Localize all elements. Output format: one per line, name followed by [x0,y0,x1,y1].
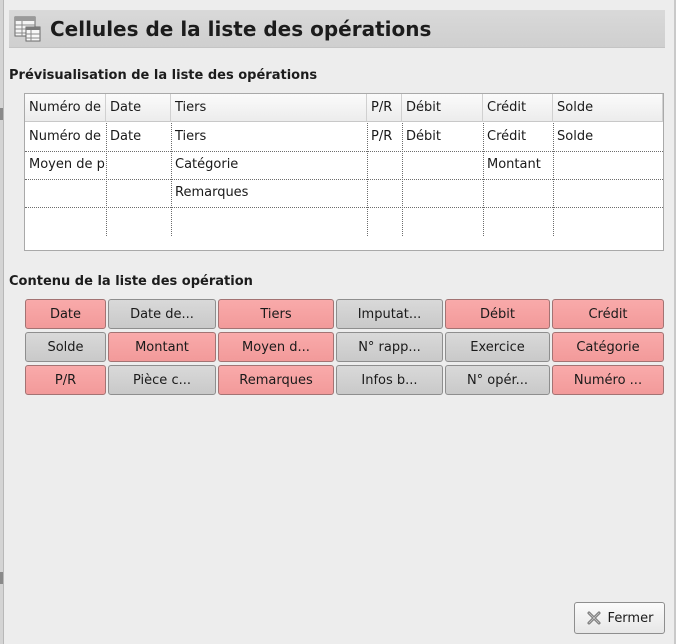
column-toggle-button[interactable]: Crédit [552,299,664,329]
preview-cell[interactable] [367,179,402,207]
column-divider [106,123,107,236]
preview-cell[interactable] [402,151,483,179]
preview-cell[interactable] [483,179,553,207]
column-divider [402,123,403,236]
preview-cell[interactable]: Date [106,123,171,151]
edge-mark [0,108,3,120]
column-toggle-button[interactable]: Infos b... [336,365,443,395]
dialog-titlebar: Cellules de la liste des opérations [9,10,665,48]
preview-cell[interactable] [367,151,402,179]
column-toggle-button[interactable]: Moyen d... [218,332,334,362]
column-header[interactable]: Débit [402,94,483,122]
preview-cell[interactable] [553,207,663,235]
column-header[interactable]: Date [106,94,171,122]
column-divider [171,123,172,236]
preview-cell[interactable]: Solde [553,123,663,151]
column-header[interactable]: Numéro de [25,94,106,122]
column-header[interactable]: P/R [367,94,402,122]
row-divider [25,207,663,208]
preview-cell[interactable] [367,207,402,235]
column-header[interactable]: Solde [553,94,663,122]
preview-cell[interactable] [106,151,171,179]
content-heading: Contenu de la liste des opération [9,274,253,289]
column-toggle-button[interactable]: P/R [25,365,106,395]
preview-cell[interactable] [25,207,106,235]
close-button-label: Fermer [607,610,654,626]
preview-table[interactable]: Numéro de Date Tiers P/R Débit Crédit Solde Num… [24,93,664,251]
preview-cell[interactable] [402,207,483,235]
edge-mark [0,572,3,584]
column-toggle-button[interactable]: Date [25,299,106,329]
row-divider [25,151,663,152]
row-divider [25,179,663,180]
preview-cell[interactable]: Remarques [171,179,367,207]
table-settings-icon [14,16,41,41]
preview-cell[interactable]: Débit [402,123,483,151]
preview-cell[interactable]: Moyen de p [25,151,106,179]
window-left-edge [0,0,4,644]
preview-cell[interactable] [553,179,663,207]
column-toggle-button[interactable]: Solde [25,332,106,362]
column-toggle-button[interactable]: Montant [108,332,216,362]
preview-cell[interactable]: Tiers [171,123,367,151]
column-toggle-button[interactable]: Catégorie [552,332,664,362]
preview-cell[interactable] [106,179,171,207]
preview-cell[interactable] [402,179,483,207]
column-toggle-button[interactable]: Remarques [218,365,334,395]
column-toggle-button[interactable]: Numéro ... [552,365,664,395]
preview-cell[interactable] [106,207,171,235]
preview-cell[interactable] [25,179,106,207]
preview-cell[interactable] [483,207,553,235]
dialog-title: Cellules de la liste des opérations [50,16,432,41]
column-divider [483,123,484,236]
column-toggle-button[interactable]: N° rapp... [336,332,443,362]
preview-cell[interactable] [553,151,663,179]
column-header[interactable]: Crédit [483,94,553,122]
column-toggle-button[interactable]: Date de... [108,299,216,329]
column-toggle-button[interactable]: Pièce c... [108,365,216,395]
preview-cell[interactable] [171,207,367,235]
column-divider [367,123,368,236]
column-toggle-button[interactable]: Tiers [218,299,334,329]
close-button[interactable]: Fermer [574,602,665,634]
column-toggle-button[interactable]: Exercice [445,332,550,362]
preview-cell[interactable]: P/R [367,123,402,151]
column-toggle-button[interactable]: N° opér... [445,365,550,395]
preview-cell[interactable]: Numéro de [25,123,106,151]
preview-cell[interactable]: Catégorie [171,151,367,179]
preview-cell[interactable]: Crédit [483,123,553,151]
column-divider [553,123,554,236]
column-toggle-button[interactable]: Imputat... [336,299,443,329]
column-toggle-button[interactable]: Débit [445,299,550,329]
close-icon [587,611,601,625]
preview-cell[interactable]: Montant [483,151,553,179]
column-header[interactable]: Tiers [171,94,367,122]
preview-heading: Prévisualisation de la liste des opérati… [9,68,318,83]
